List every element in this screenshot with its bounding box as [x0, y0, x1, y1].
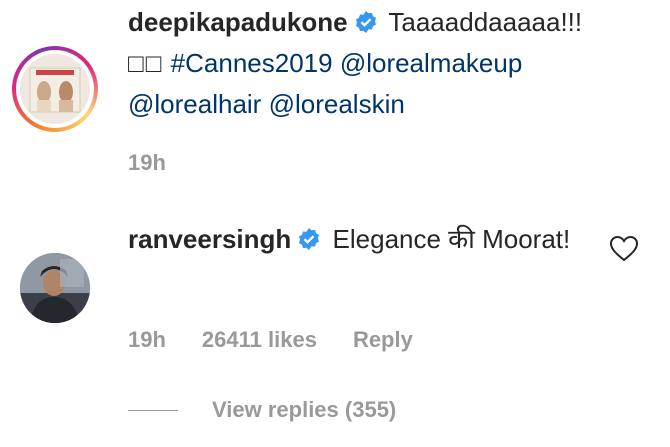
mention-lorealskin[interactable]: @lorealskin [269, 89, 405, 119]
view-replies-button[interactable]: View replies (355) [128, 397, 396, 423]
comment-1-time[interactable]: 19h [128, 150, 166, 176]
comment-2-body: ranveersingh Elegance की Moorat! [128, 219, 598, 260]
avatar-ranveersingh[interactable] [20, 253, 90, 323]
story-ring-avatar-deepikapadukone[interactable] [12, 46, 98, 132]
verified-badge-icon [299, 228, 320, 250]
comment-2-username[interactable]: ranveersingh [128, 224, 291, 254]
reply-button[interactable]: Reply [353, 327, 413, 353]
verified-badge-icon [355, 11, 376, 33]
comment-1-body: deepikapadukone Taaaaddaaaaa!!! □□ #Cann… [128, 2, 598, 125]
comment-1-text: Taaaaddaaaaa!!! [388, 7, 583, 37]
avatar-image [20, 54, 90, 124]
hashtag-link[interactable]: #Cannes2019 [171, 48, 333, 78]
comment-1-meta: 19h [128, 150, 166, 176]
comment-2-text: Elegance की Moorat! [332, 224, 571, 254]
divider-line [128, 409, 178, 411]
mention-lorealmakeup[interactable]: @lorealmakeup [340, 48, 522, 78]
comment-1-username[interactable]: deepikapadukone [128, 7, 348, 37]
view-replies-label: View replies (355) [212, 397, 397, 422]
comment-2-likes[interactable]: 26411 likes [202, 327, 317, 353]
emoji-placeholder: □□ [128, 48, 164, 78]
mention-lorealhair[interactable]: @lorealhair [128, 89, 261, 119]
heart-icon[interactable] [610, 236, 638, 262]
comment-2-time[interactable]: 19h [128, 327, 166, 353]
comment-2-meta: 19h 26411 likes Reply [128, 327, 449, 353]
comments-panel: deepikapadukone Taaaaddaaaaa!!! □□ #Cann… [0, 0, 670, 447]
